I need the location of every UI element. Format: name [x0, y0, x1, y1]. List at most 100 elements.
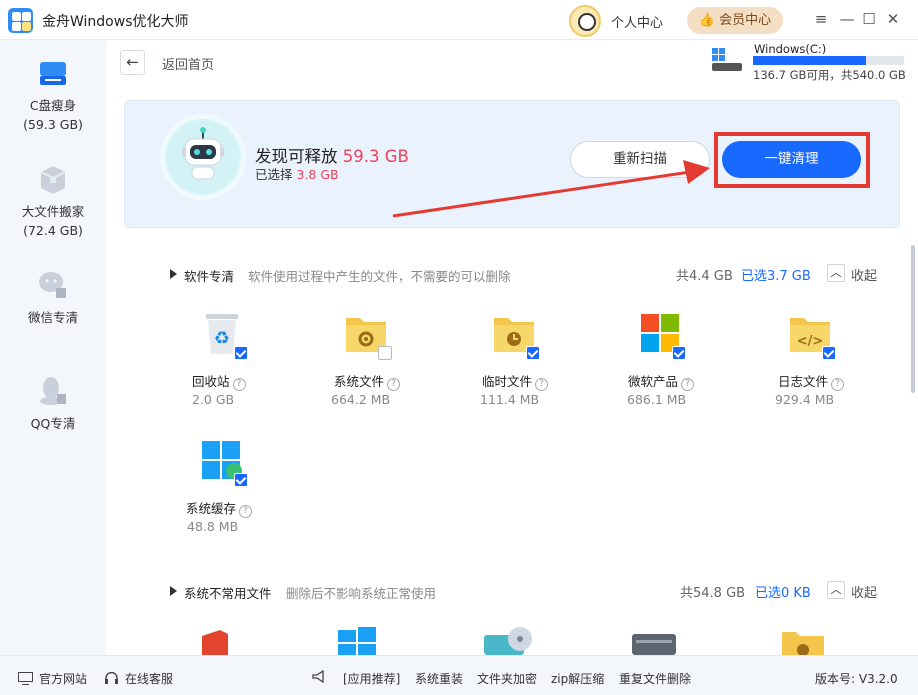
selected-summary: 已选择 3.8 GB: [255, 164, 339, 183]
section-total: 共54.8 GB: [680, 586, 746, 601]
sidebar-item-qq[interactable]: QQ专清: [0, 374, 106, 433]
help-icon[interactable]: ?: [831, 378, 845, 391]
collapse-link[interactable]: 收起: [851, 582, 877, 601]
collapse-link[interactable]: 收起: [851, 265, 877, 284]
duplicate-file-delete-link[interactable]: 重复文件删除: [619, 670, 691, 687]
section-total: 共4.4 GB: [676, 269, 733, 284]
footer: 官方网站 在线客服 [应用推荐] 系统重装 文件夹加密 zip解压缩 重复文件删…: [0, 655, 918, 695]
app-title: 金舟Windows优化大师: [42, 14, 189, 30]
help-icon[interactable]: ?: [387, 378, 401, 391]
section-description: 软件使用过程中产生的文件，不需要的可以删除: [248, 269, 511, 284]
collapse-icon[interactable]: ︿: [827, 264, 845, 282]
title-bar: 金舟Windows优化大师 个人中心 👍 会员中心 ≡ — ☐ ✕: [0, 0, 918, 40]
folder-encrypt-link[interactable]: 文件夹加密: [477, 670, 537, 687]
section-title: 系统不常用文件: [184, 586, 272, 601]
clean-item-size: 686.1 MB: [627, 392, 687, 407]
drive-usage-bar: [753, 56, 904, 65]
sidebar-item-label: 微信专清: [27, 310, 78, 325]
server-icon: [632, 634, 676, 655]
clean-item-log-files[interactable]: </> 日志文件? 929.4 MB: [774, 310, 884, 420]
help-icon[interactable]: ?: [239, 505, 253, 518]
clean-item-microsoft[interactable]: 微软产品? 686.1 MB: [624, 310, 734, 420]
clean-item-name: 日志文件?: [778, 371, 845, 391]
clean-item-system-files[interactable]: 系统文件? 664.2 MB: [330, 310, 440, 420]
app-logo-icon: [8, 8, 33, 33]
drive-space-info: 136.7 GB可用，共540.0 GB: [753, 68, 906, 82]
sidebar-item-label: 大文件搬家: [21, 204, 85, 219]
section-title: 软件专清: [184, 269, 235, 284]
avatar[interactable]: [569, 5, 601, 37]
maximize-button[interactable]: ☐: [860, 10, 878, 28]
official-website-link[interactable]: 官方网站: [18, 670, 87, 687]
folder-icon: [782, 632, 824, 655]
checkbox-checked[interactable]: [672, 346, 686, 360]
checkbox-unchecked[interactable]: [378, 346, 392, 360]
clean-item-label: 日志文件: [778, 374, 829, 389]
vip-center-button[interactable]: 👍 会员中心: [687, 7, 783, 34]
scrollbar[interactable]: [911, 245, 915, 393]
sidebar-item-wechat[interactable]: 微信专清: [0, 268, 106, 327]
megaphone-icon: [312, 670, 333, 684]
online-support-label: 在线客服: [125, 672, 174, 686]
back-home-link[interactable]: 返回首页: [162, 54, 214, 73]
sidebar-item-c-drive[interactable]: C盘瘦身 (59.3 GB): [0, 56, 106, 134]
clean-item-system-cache[interactable]: 系统缓存? 48.8 MB: [186, 437, 296, 547]
section-selected: 已选0 KB: [755, 586, 811, 601]
svg-text:♻: ♻: [214, 328, 230, 349]
section-description: 删除后不影响系统正常使用: [286, 586, 437, 601]
clean-item-label: 回收站: [192, 374, 230, 389]
checkbox-checked[interactable]: [822, 346, 836, 360]
robot-icon: [165, 119, 241, 195]
version-label: 版本号: V3.2.0: [815, 672, 898, 686]
drive-name: Windows(C:): [754, 42, 827, 56]
zip-extract-link[interactable]: zip解压缩: [551, 670, 604, 687]
clean-item-name: 临时文件?: [482, 371, 549, 391]
found-value: 59.3 GB: [342, 147, 409, 166]
vip-center-label: 会员中心: [719, 13, 772, 28]
selected-value: 3.8 GB: [296, 167, 339, 182]
one-click-clean-button[interactable]: 一键清理: [722, 141, 861, 178]
sidebar-item-large-file[interactable]: 大文件搬家 (72.4 GB): [0, 162, 106, 240]
headset-icon: [105, 672, 118, 684]
clean-item-recycle-bin[interactable]: ♻ 回收站? 2.0 GB: [186, 310, 296, 420]
checkbox-checked[interactable]: [234, 473, 248, 487]
arrow-left-icon: ←: [126, 53, 139, 71]
help-icon[interactable]: ?: [232, 378, 246, 391]
expand-triangle-icon[interactable]: [170, 269, 177, 279]
clean-item-size: 111.4 MB: [480, 392, 540, 407]
system-reinstall-link[interactable]: 系统重装: [415, 670, 463, 687]
rescan-button[interactable]: 重新扫描: [570, 141, 710, 178]
profile-center-link[interactable]: 个人中心: [611, 12, 663, 31]
section-header-system-uncommon: 系统不常用文件 删除后不影响系统正常使用 共54.8 GB 已选0 KB ︿ 收…: [170, 581, 890, 602]
expand-triangle-icon[interactable]: [170, 586, 177, 596]
drive-icon: [40, 62, 66, 85]
online-support-link[interactable]: 在线客服: [104, 670, 173, 687]
clean-item-name: 回收站?: [192, 371, 246, 391]
help-icon[interactable]: ?: [681, 378, 695, 391]
clean-item-temp-files[interactable]: 临时文件? 111.4 MB: [478, 310, 588, 420]
sidebar-item-sub: (72.4 GB): [23, 223, 83, 238]
checkbox-checked[interactable]: [526, 346, 540, 360]
back-button[interactable]: ←: [120, 50, 145, 75]
help-icon[interactable]: ?: [535, 378, 549, 391]
main-panel: ← 返回首页 Windows(C:) 136.7 GB可用，共540.0 GB …: [106, 40, 918, 655]
qq-icon: [40, 377, 66, 405]
box-icon: [40, 166, 66, 194]
selected-prefix: 已选择: [255, 167, 293, 182]
clean-item-size: 48.8 MB: [187, 519, 239, 534]
monitor-icon: [18, 672, 33, 685]
svg-text:</>: </>: [797, 334, 824, 349]
minimize-button[interactable]: —: [838, 10, 856, 28]
sidebar-item-sub: (59.3 GB): [23, 117, 83, 132]
clean-item-size: 2.0 GB: [192, 392, 235, 407]
close-button[interactable]: ✕: [884, 10, 902, 28]
clean-item-label: 系统缓存: [186, 501, 237, 516]
checkbox-checked[interactable]: [234, 346, 248, 360]
section-header-software: 软件专清 软件使用过程中产生的文件，不需要的可以删除 共4.4 GB 已选3.7…: [170, 264, 890, 285]
clean-item-name: 系统缓存?: [186, 498, 253, 518]
clean-item-name: 系统文件?: [334, 371, 401, 391]
collapse-icon[interactable]: ︿: [827, 581, 845, 599]
drive-usage-fill: [753, 56, 866, 65]
settings-menu-button[interactable]: ≡: [812, 10, 830, 28]
clean-item-size: 929.4 MB: [775, 392, 835, 407]
